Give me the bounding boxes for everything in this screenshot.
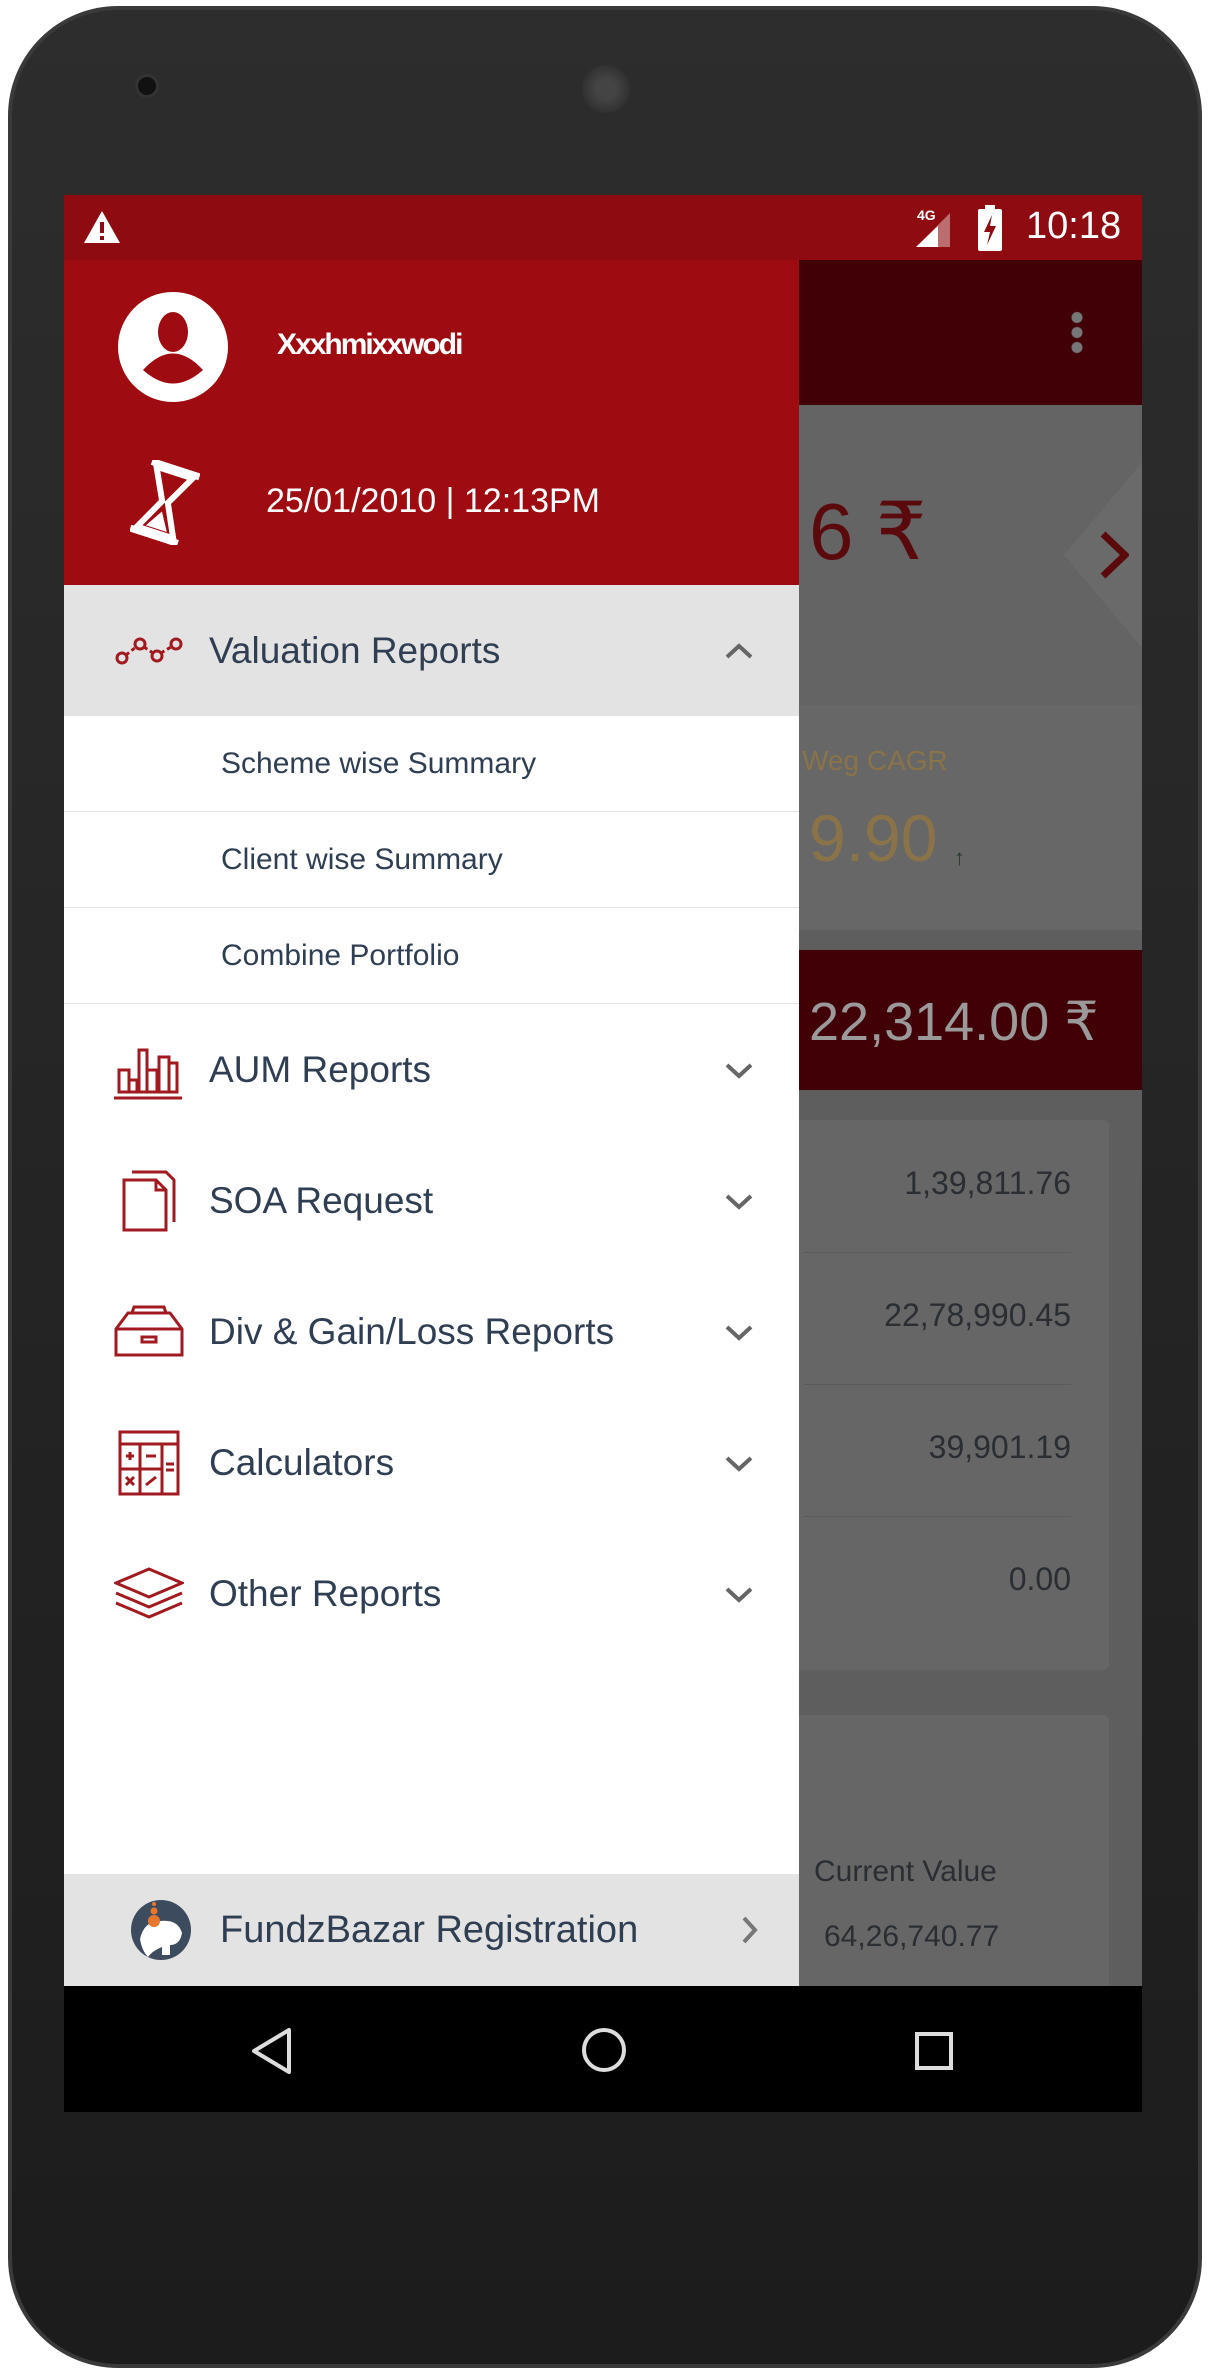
documents-icon xyxy=(122,1170,176,1231)
last-login-datetime: 25/01/2010 | 12:13PM xyxy=(266,482,600,520)
inbox-tray-icon xyxy=(114,1305,184,1356)
menu-label: Div & Gain/Loss Reports xyxy=(209,1310,615,1352)
line-chart-icon xyxy=(115,637,183,664)
menu-label: Calculators xyxy=(209,1441,395,1483)
bar-chart-icon xyxy=(114,1048,182,1099)
fundzbazar-logo-icon xyxy=(131,1900,191,1960)
chevron-right-icon xyxy=(742,1916,758,1944)
submenu-client-wise-summary[interactable]: Client wise Summary xyxy=(64,812,799,908)
menu-label: SOA Request xyxy=(209,1179,434,1221)
fundzbazar-label: FundzBazar Registration xyxy=(220,1908,639,1951)
holdings-card: Current Value 64,26,740.77 xyxy=(764,1715,1109,2015)
signal-icon xyxy=(916,213,950,247)
front-camera xyxy=(135,74,159,98)
drawer-header: Xxxhmixxwodi 25/01/2010 | 12:13PM xyxy=(64,260,799,585)
battery-charging-icon xyxy=(978,205,1002,251)
value-1: 1,39,811.76 xyxy=(904,1165,1071,1201)
menu-other-reports[interactable]: Other Reports xyxy=(64,1528,799,1659)
current-value: 64,26,740.77 xyxy=(824,1920,1000,1953)
submenu-label: Client wise Summary xyxy=(221,842,503,876)
chevron-right-icon xyxy=(1100,531,1129,579)
chevron-down-icon xyxy=(725,1587,753,1603)
submenu-combine-portfolio[interactable]: Combine Portfolio xyxy=(64,908,799,1004)
chevron-down-icon xyxy=(725,1063,753,1079)
more-options-icon[interactable] xyxy=(1071,310,1083,354)
system-nav-bar xyxy=(64,1986,1142,2112)
avatar-icon xyxy=(118,292,228,402)
up-arrow-icon: ↑ xyxy=(954,845,965,870)
value-2: 22,78,990.45 xyxy=(884,1297,1071,1333)
back-icon[interactable] xyxy=(249,2026,295,2076)
home-icon[interactable] xyxy=(580,2026,628,2074)
speaker xyxy=(582,65,630,113)
recents-icon[interactable] xyxy=(914,2031,954,2071)
screen: 4G 10:18 6 ₹ Weg CAGR 9.90 ↑ 22,314.00 ₹… xyxy=(64,195,1142,2112)
warning-icon xyxy=(84,211,120,243)
chevron-down-icon xyxy=(725,1194,753,1210)
divider xyxy=(804,1516,1071,1517)
menu-aum-reports[interactable]: AUM Reports xyxy=(64,1004,799,1135)
menu-div-gain-loss-reports[interactable]: Div & Gain/Loss Reports xyxy=(64,1266,799,1397)
cagr-label: Weg CAGR xyxy=(802,745,948,776)
total-value: 22,314.00 ₹ xyxy=(809,992,1099,1052)
menu-label: Other Reports xyxy=(209,1572,442,1614)
status-bar: 4G 10:18 xyxy=(64,195,1142,260)
values-card: 1,39,811.76 22,78,990.45 39,901.19 0.00 xyxy=(764,1120,1109,1670)
value-4: 0.00 xyxy=(1008,1561,1071,1597)
hourglass-icon xyxy=(130,460,200,545)
menu-soa-request[interactable]: SOA Request xyxy=(64,1135,799,1266)
divider xyxy=(804,1384,1071,1385)
clock: 10:18 xyxy=(1026,205,1122,247)
fundzbazar-registration-button[interactable]: FundzBazar Registration xyxy=(64,1874,799,1986)
layers-icon xyxy=(114,1566,184,1619)
submenu-label: Scheme wise Summary xyxy=(221,746,537,780)
submenu-label: Combine Portfolio xyxy=(221,938,460,972)
cagr-value: 9.90 xyxy=(809,801,938,875)
value-3: 39,901.19 xyxy=(928,1429,1071,1465)
amount-text: 6 ₹ xyxy=(809,487,927,576)
chevron-down-icon xyxy=(725,1325,753,1341)
user-name: Xxxhmixxwodi xyxy=(277,328,463,361)
menu-label: Valuation Reports xyxy=(209,629,501,671)
menu-label: AUM Reports xyxy=(209,1048,432,1090)
divider xyxy=(804,1252,1071,1253)
submenu-scheme-wise-summary[interactable]: Scheme wise Summary xyxy=(64,716,799,812)
calculator-icon xyxy=(118,1430,180,1495)
chevron-down-icon xyxy=(725,1456,753,1472)
navigation-drawer: Xxxhmixxwodi 25/01/2010 | 12:13PM Valuat… xyxy=(64,260,799,1986)
menu-valuation-reports[interactable]: Valuation Reports xyxy=(64,585,799,716)
chevron-up-icon xyxy=(725,642,753,658)
menu-calculators[interactable]: Calculators xyxy=(64,1397,799,1528)
current-value-label: Current Value xyxy=(814,1855,997,1888)
